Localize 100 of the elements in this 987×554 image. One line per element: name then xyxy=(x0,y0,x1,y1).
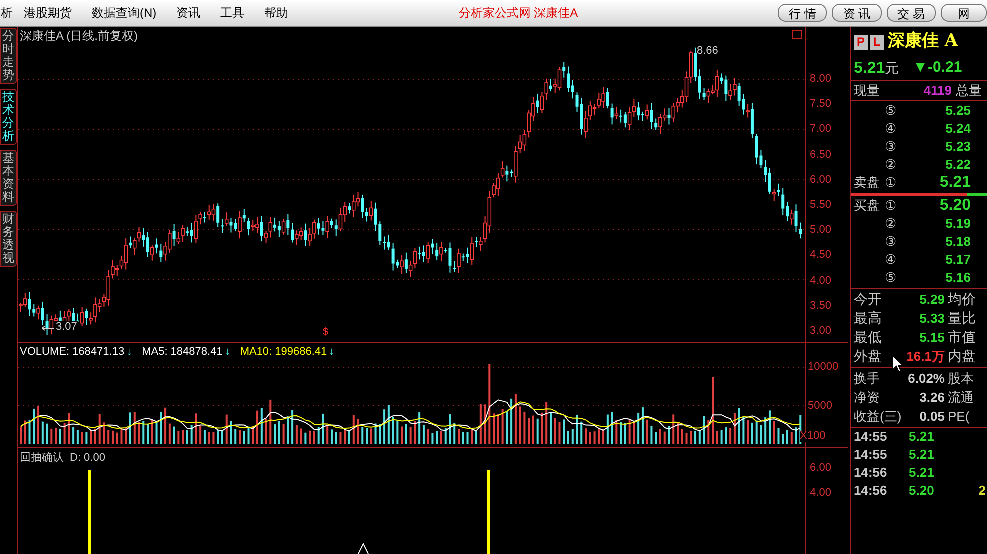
order-price: 5.24 xyxy=(946,120,971,138)
price-axis-label: 4.00 xyxy=(810,276,832,287)
stat-value: 3.26 xyxy=(918,388,945,407)
low-price-label: 3.07 xyxy=(55,321,78,334)
stat-label: 今开 xyxy=(853,290,883,309)
tick-time: 14:55 xyxy=(853,428,888,446)
tick-time: 14:56 xyxy=(853,464,888,482)
order-level-label: ⑤ xyxy=(885,102,898,120)
price-axis-label: 3.00 xyxy=(810,326,832,337)
stock-name: 深康佳 A xyxy=(888,30,958,54)
stat-label: 外盘 xyxy=(853,347,883,366)
order-level-label: ① xyxy=(885,174,898,192)
stat-label: 总量 xyxy=(956,82,982,100)
stat-label: 净资 xyxy=(853,388,881,407)
tick-price: 5.20 xyxy=(909,482,934,500)
stat-label: 收益(三) xyxy=(853,408,903,426)
stat-value: 6.02% xyxy=(907,370,945,388)
side-tab[interactable]: 技术分析 xyxy=(0,89,17,145)
legend-value: VOLUME: 168471.13 xyxy=(20,345,125,360)
badge: L xyxy=(870,34,884,50)
price-axis-label: 7.00 xyxy=(810,124,832,136)
stat-label: 最低 xyxy=(853,328,883,347)
badge: P xyxy=(854,34,868,50)
order-price: 5.19 xyxy=(946,215,971,234)
order-price: 5.18 xyxy=(946,233,971,252)
stat-label: PE( xyxy=(948,408,970,426)
legend-value: MA5: 184878.41 xyxy=(142,345,223,360)
order-level-label: ④ xyxy=(885,251,898,270)
volume-axis-label: 10000 xyxy=(808,362,839,373)
stat-label: 流通 xyxy=(948,388,974,407)
price-change: ▼-0.21 xyxy=(913,58,962,78)
price-axis-label: 3.50 xyxy=(810,300,832,312)
nav-button[interactable]: 网 xyxy=(941,4,987,22)
stat-label: 现量 xyxy=(854,82,881,100)
tick-price: 5.21 xyxy=(909,446,934,464)
stat-value: 5.33 xyxy=(918,310,945,328)
indicator-name: 回抽确认 xyxy=(20,451,64,466)
menu-item[interactable]: 帮助 xyxy=(264,4,289,22)
down-arrow: ↓ xyxy=(224,345,230,360)
stat-value: 4119 xyxy=(922,82,952,100)
order-level-label: ⑤ xyxy=(885,269,898,288)
window-title: 分析家公式网 深康佳A xyxy=(458,5,580,22)
indicator-spike xyxy=(358,543,369,554)
stat-label: 市值 xyxy=(948,328,976,347)
stat-label: 内盘 xyxy=(948,347,976,366)
leader-line xyxy=(42,326,54,331)
menu-item[interactable]: 析 xyxy=(0,4,14,22)
menu-item[interactable]: 数据查询(N) xyxy=(92,4,157,22)
menu-item[interactable]: 工具 xyxy=(220,4,245,22)
price-axis-label: 7.50 xyxy=(810,99,832,110)
order-level-label: ② xyxy=(885,156,898,174)
stat-label: 股本 xyxy=(948,370,974,388)
stat-label: 最高 xyxy=(853,309,883,328)
indicator-axis-label: 6.00 xyxy=(810,463,832,474)
nav-button[interactable]: 交 易 xyxy=(886,4,936,22)
tick-price: 5.21 xyxy=(909,428,934,446)
nav-button[interactable]: 资 讯 xyxy=(832,4,882,22)
stat-value: 5.15 xyxy=(918,328,945,347)
indicator-axis-label: 4.00 xyxy=(810,488,832,499)
tick-time: 14:56 xyxy=(853,482,888,500)
order-price: 5.17 xyxy=(946,251,971,270)
order-price: 5.20 xyxy=(940,196,971,216)
price-axis-label: 5.50 xyxy=(810,200,832,211)
currency-label: 元 xyxy=(885,59,900,78)
menu-item[interactable]: 资讯 xyxy=(176,4,201,22)
volume-unit-label: X100 xyxy=(800,431,826,442)
side-tab[interactable]: 基本资料 xyxy=(0,150,17,206)
price-axis-label: 6.00 xyxy=(810,174,832,186)
menu-item[interactable]: 港股期货 xyxy=(24,4,72,22)
nav-button[interactable]: 行 情 xyxy=(778,4,828,22)
last-price: 5.21 xyxy=(854,58,886,78)
order-level-label: ③ xyxy=(885,138,898,156)
stat-value: 16.1万 xyxy=(906,348,945,366)
order-level-label: ② xyxy=(885,215,898,234)
price-axis-label: 6.50 xyxy=(810,150,832,161)
down-arrow: ↓ xyxy=(329,345,335,360)
legend-value: MA10: 199686.41 xyxy=(240,345,328,360)
chart-title: 深康佳A (日线.前复权) xyxy=(20,28,138,45)
side-tab[interactable]: 财务透视 xyxy=(0,211,17,267)
tick-volume: 2 xyxy=(978,482,986,500)
order-level-label: ③ xyxy=(885,233,898,252)
stat-label: 量比 xyxy=(948,309,976,328)
order-level-label: ④ xyxy=(885,120,898,138)
order-level-label: ① xyxy=(885,197,898,216)
stat-value: 0.05 xyxy=(918,408,945,426)
order-price: 5.22 xyxy=(946,156,971,174)
price-axis-label: 8.00 xyxy=(810,74,832,85)
window-toggle-icon[interactable] xyxy=(792,30,802,39)
order-price: 5.25 xyxy=(946,102,971,120)
stat-value: 5.29 xyxy=(918,290,945,309)
order-side-label: 买盘 xyxy=(854,197,880,216)
down-arrow: ↓ xyxy=(126,345,132,360)
indicator-value: D: 0.00 xyxy=(70,451,106,466)
volume-axis-label: 5000 xyxy=(808,401,833,412)
tick-time: 14:55 xyxy=(853,446,888,464)
order-price: 5.23 xyxy=(946,138,971,156)
side-tab[interactable]: 分时走势 xyxy=(0,28,17,84)
price-axis-label: 4.50 xyxy=(810,250,832,262)
mouse-cursor-icon xyxy=(892,355,904,373)
high-price-label: 8.66 xyxy=(697,44,718,59)
